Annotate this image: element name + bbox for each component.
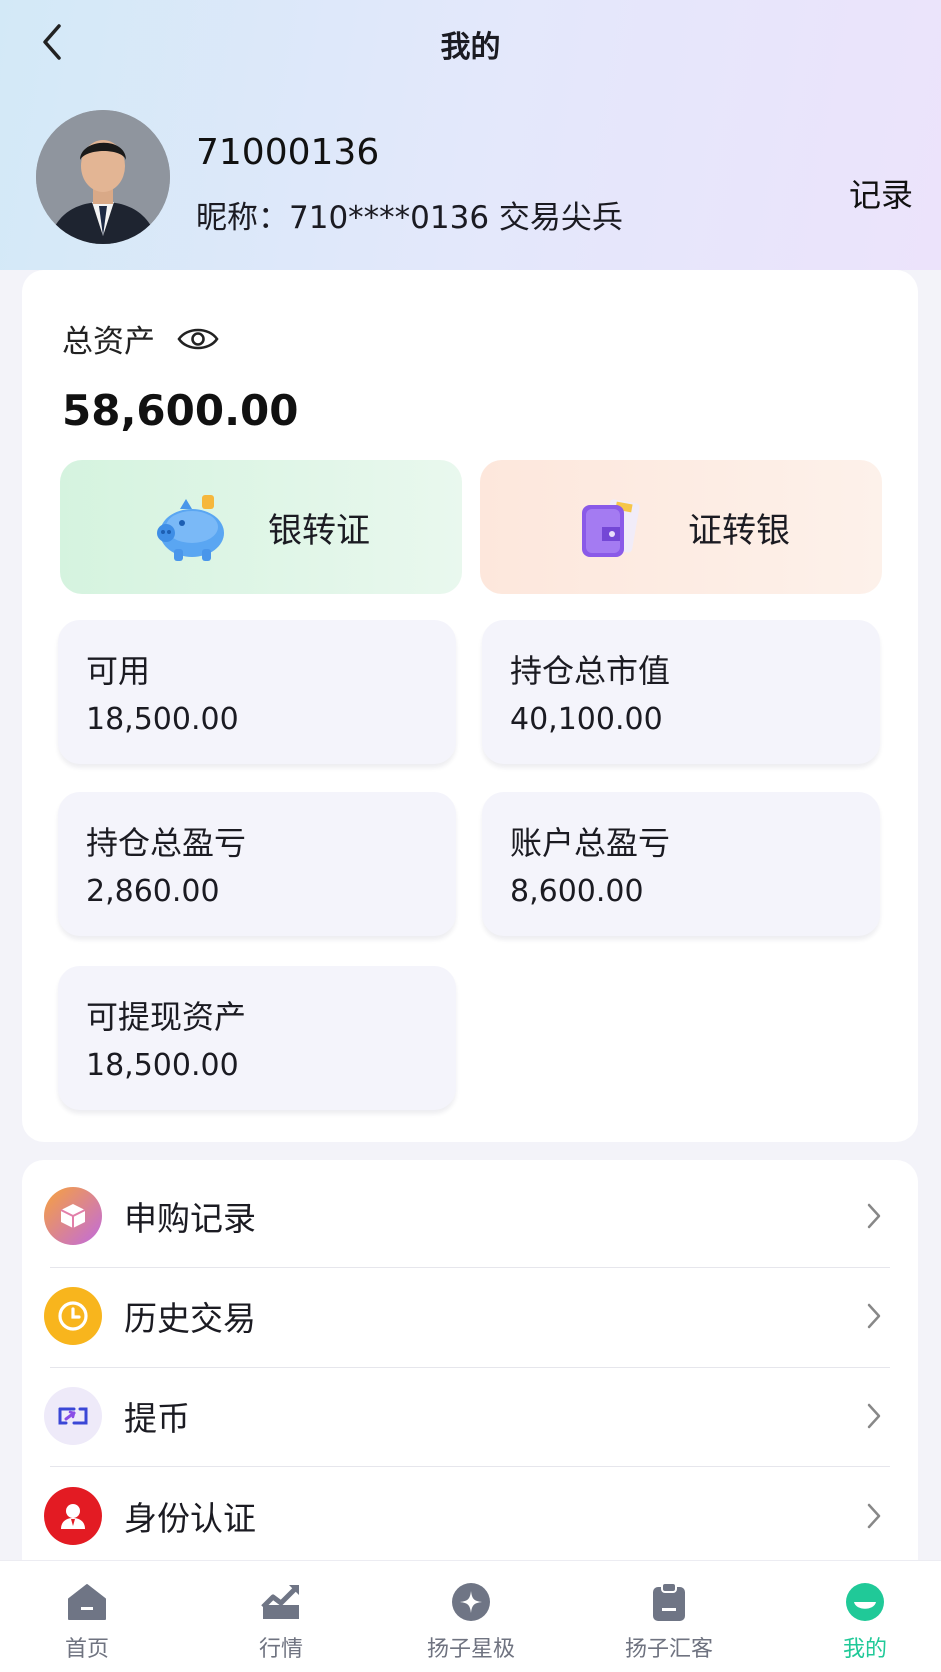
total-assets-value: 58,600.00	[62, 386, 299, 435]
page-title: 我的	[440, 30, 501, 65]
tab-yangzi-club[interactable]: 扬子汇客	[594, 1561, 744, 1672]
avatar[interactable]	[36, 110, 170, 244]
eye-icon	[177, 328, 219, 349]
chart-icon	[261, 1581, 301, 1623]
stat-position-market-value: 持仓总市值 40,100.00	[482, 620, 880, 764]
wallet-icon	[582, 499, 640, 557]
clock-icon	[44, 1287, 102, 1345]
tab-market[interactable]: 行情	[206, 1561, 356, 1672]
menu-item-label: 身份认证	[124, 1499, 256, 1538]
menu-item-label: 历史交易	[124, 1299, 256, 1338]
box-icon	[44, 1187, 102, 1245]
total-assets-label-row: 总资产	[62, 316, 219, 361]
stat-label: 持仓总市值	[510, 652, 671, 690]
stat-available: 可用 18,500.00	[58, 620, 456, 764]
user-id: 71000136	[196, 132, 380, 173]
menu-item-trade-history[interactable]: 历史交易	[22, 1266, 918, 1366]
stat-account-pnl: 账户总盈亏 8,600.00	[482, 792, 880, 936]
piggy-bank-icon	[157, 495, 224, 561]
bank-to-securities-button[interactable]: 银转证	[60, 460, 462, 594]
menu-item-subscription-records[interactable]: 申购记录	[22, 1166, 918, 1266]
tab-yangzi-star[interactable]: 扬子星极	[396, 1561, 546, 1672]
stat-value: 18,500.00	[86, 702, 239, 737]
bottom-tab-bar: 首页 行情 扬子星极 扬子汇客 我的	[0, 1560, 941, 1672]
tab-label: 扬子星极	[426, 1637, 515, 1662]
home-icon	[67, 1581, 107, 1623]
tab-label: 行情	[258, 1637, 303, 1662]
record-link[interactable]: 记录	[849, 170, 913, 216]
menu-item-identity-verification[interactable]: 身份认证	[22, 1466, 918, 1566]
stat-value: 40,100.00	[510, 702, 663, 737]
withdraw-icon	[44, 1387, 102, 1445]
tab-home[interactable]: 首页	[12, 1561, 162, 1672]
stat-label: 持仓总盈亏	[86, 824, 247, 862]
tab-mine[interactable]: 我的	[790, 1561, 940, 1672]
stat-withdrawable: 可提现资产 18,500.00	[58, 966, 456, 1110]
asset-card: 总资产 58,600.00 银转证 证转银 可用 18,500.00 持仓总市值…	[22, 270, 918, 1142]
menu-item-withdraw-coin[interactable]: 提币	[22, 1366, 918, 1466]
profile-icon	[845, 1581, 885, 1623]
stat-value: 18,500.00	[86, 1048, 239, 1083]
tab-label: 扬子汇客	[624, 1637, 713, 1662]
stat-label: 可用	[86, 652, 151, 690]
tab-label: 我的	[842, 1637, 887, 1662]
star-icon	[451, 1581, 491, 1623]
chevron-right-icon	[866, 1402, 882, 1430]
user-photo-icon	[36, 110, 170, 244]
menu-item-label: 申购记录	[124, 1199, 256, 1238]
visibility-toggle[interactable]	[177, 324, 219, 354]
bank-to-securities-label: 银转证	[268, 510, 370, 551]
total-assets-label: 总资产	[62, 324, 155, 360]
chevron-right-icon	[866, 1302, 882, 1330]
stat-value: 8,600.00	[510, 874, 644, 909]
menu-item-label: 提币	[124, 1399, 190, 1438]
clipboard-icon	[651, 1581, 687, 1623]
stat-label: 可提现资产	[86, 998, 247, 1036]
chevron-right-icon	[866, 1502, 882, 1530]
securities-to-bank-label: 证转银	[688, 510, 790, 551]
profile-header: 我的 71000136 昵称：710****0136 交易尖兵 记录	[0, 0, 941, 270]
nickname: 昵称：710****0136 交易尖兵	[196, 200, 623, 236]
securities-to-bank-button[interactable]: 证转银	[480, 460, 882, 594]
user-icon	[44, 1487, 102, 1545]
menu-list: 申购记录 历史交易 提币 身份认证	[22, 1160, 918, 1580]
tab-label: 首页	[64, 1637, 109, 1662]
stat-label: 账户总盈亏	[510, 824, 671, 862]
chevron-right-icon	[866, 1202, 882, 1230]
stat-value: 2,860.00	[86, 874, 220, 909]
stat-position-pnl: 持仓总盈亏 2,860.00	[58, 792, 456, 936]
